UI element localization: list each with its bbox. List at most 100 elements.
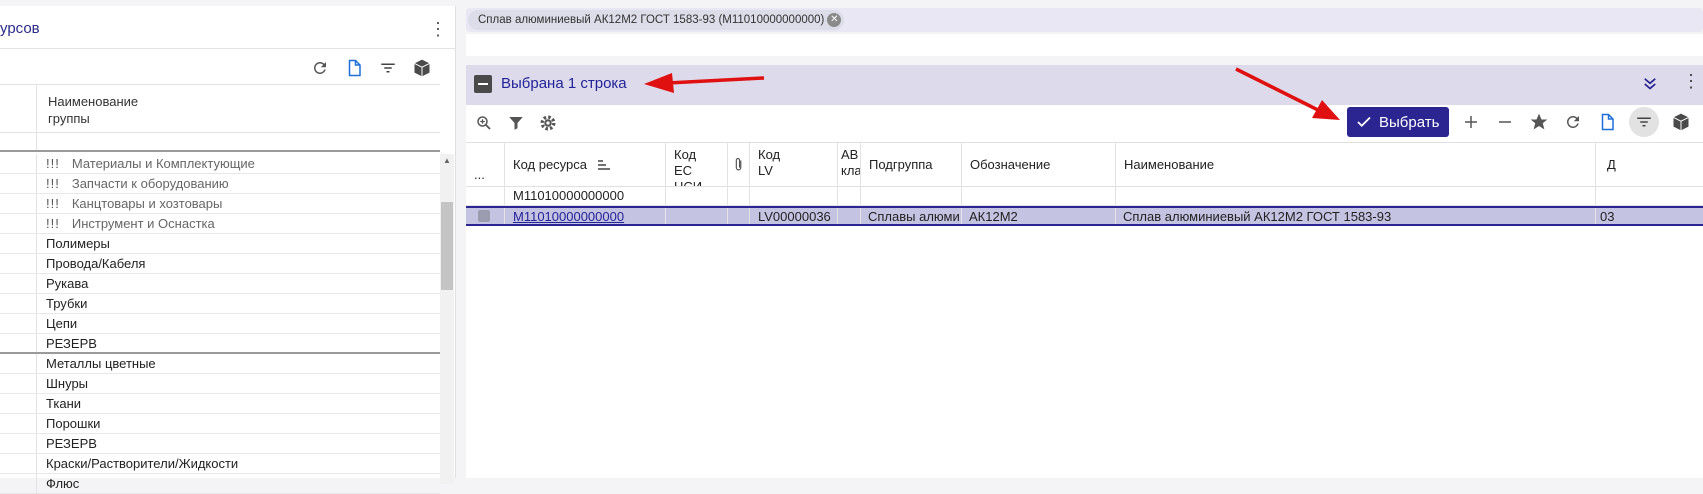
tree-item-text: Инструмент и Оснастка — [71, 216, 215, 231]
tree-item-prefix: !!! — [46, 176, 60, 191]
tree-item-text: Флюс — [46, 476, 80, 491]
scroll-up-icon[interactable]: ▲ — [443, 156, 451, 165]
row-checkbox[interactable] — [478, 210, 490, 222]
resource-code-link[interactable]: М11010000000000 — [513, 209, 624, 224]
name-filter-input[interactable] — [1115, 187, 1595, 205]
more-menu-icon[interactable]: ⋮ — [428, 18, 448, 40]
subgroup-filter-input[interactable] — [860, 187, 961, 205]
select-button[interactable]: Выбрать — [1347, 107, 1450, 137]
close-icon[interactable]: ✕ — [827, 13, 842, 27]
tree-item-text: Краски/Растворители/Жидкости — [46, 456, 239, 471]
zoom-search-icon[interactable] — [472, 111, 496, 135]
tree-item[interactable]: !!! Запчасти к оборудованию — [0, 174, 440, 194]
cell-designation: АК12М2 — [961, 208, 1115, 224]
column-header-lv[interactable]: Код LV — [749, 143, 837, 186]
column-header-designation[interactable]: Обозначение — [961, 143, 1115, 186]
tree-item-label: Полимеры — [46, 236, 110, 251]
more-menu-icon[interactable]: ⋮ — [1682, 71, 1700, 92]
tree-item-label: !!! Инструмент и Оснастка — [46, 216, 215, 231]
tree-item[interactable]: РЕЗЕРВ — [0, 334, 440, 354]
tree-item-label: Цепи — [46, 316, 77, 331]
tree-item-text: РЕЗЕРВ — [46, 436, 97, 451]
attachment-icon[interactable] — [727, 143, 749, 186]
box-icon[interactable] — [410, 56, 434, 80]
divider — [0, 48, 456, 49]
tree-item[interactable]: Металлы цветные — [0, 354, 440, 374]
grid-toolbar: Выбрать — [466, 105, 1703, 141]
refresh-icon[interactable] — [308, 56, 332, 80]
tree-item-label: Трубки — [46, 296, 87, 311]
tree-item[interactable]: !!! Материалы и Комплектующие — [0, 154, 440, 174]
tree-item-label: РЕЗЕРВ — [46, 436, 97, 451]
document-icon[interactable] — [1595, 110, 1619, 134]
scrollbar-thumb[interactable] — [441, 202, 453, 290]
tree-item-label: Шнуры — [46, 376, 88, 391]
tree-item[interactable]: Провода/Кабеля — [0, 254, 440, 274]
tree-item[interactable]: Ткани — [0, 394, 440, 414]
tree-item[interactable]: Полимеры — [0, 234, 440, 254]
tree-item-prefix: !!! — [46, 216, 60, 231]
tree-item-label: Порошки — [46, 416, 100, 431]
lv-filter-input[interactable] — [749, 187, 837, 205]
tree-item-text: Трубки — [46, 296, 88, 311]
gear-icon[interactable] — [536, 111, 560, 135]
box-icon[interactable] — [1669, 110, 1693, 134]
tree-item[interactable]: Рукава — [0, 274, 440, 294]
tree-item[interactable]: !!! Инструмент и Оснастка — [0, 214, 440, 234]
panel-title: урсов — [0, 20, 40, 37]
cell-lv: LV00000036 — [749, 208, 837, 224]
double-chevron-down-icon[interactable] — [1641, 74, 1659, 97]
vertical-scrollbar[interactable]: ▲ — [440, 154, 454, 484]
table-row[interactable]: М11010000000000 LV00000036 Сплавы алюми … — [466, 206, 1703, 226]
column-header-es-nsi[interactable]: Код ЕС НСИ — [665, 143, 727, 186]
column-header-group-name: Наименование группы — [48, 94, 139, 126]
tree-item-text: Канцтовары и хозтовары — [71, 196, 223, 211]
tree-item-text: Металлы цветные — [46, 356, 156, 371]
tree-item-label: Краски/Растворители/Жидкости — [46, 456, 238, 471]
tree-item-text: Рукава — [46, 276, 89, 291]
tree-filter-row[interactable] — [0, 132, 440, 152]
tree-item-label: Рукава — [46, 276, 88, 291]
tree-item[interactable]: Флюс — [0, 474, 440, 494]
sort-icon[interactable] — [597, 159, 611, 171]
tree-item-label: Флюс — [46, 476, 79, 491]
panel-header: Выбрана 1 строка ⋮ — [466, 65, 1703, 105]
tree-item-text: РЕЗЕРВ — [46, 336, 97, 351]
filter-list-icon[interactable] — [1629, 107, 1660, 137]
code-filter-input[interactable]: М11010000000000 — [504, 187, 665, 205]
cell-d: 03 — [1595, 208, 1703, 224]
resources-grid: ... Код ресурса Код ЕС НСИ Код LV АВ кла… — [466, 142, 1703, 226]
column-header-name[interactable]: Наименование — [1115, 143, 1595, 186]
tree-item-label: !!! Материалы и Комплектующие — [46, 156, 255, 171]
tree-item[interactable]: Краски/Растворители/Жидкости — [0, 454, 440, 474]
tree-item[interactable]: Трубки — [0, 294, 440, 314]
refresh-icon[interactable] — [1561, 110, 1585, 134]
column-header-subgroup[interactable]: Подгруппа — [860, 143, 961, 186]
tree-item[interactable]: Цепи — [0, 314, 440, 334]
tree-item-label: !!! Канцтовары и хозтовары — [46, 196, 222, 211]
tree-item-label: РЕЗЕРВ — [46, 336, 97, 351]
collapse-icon[interactable] — [474, 75, 492, 93]
tree-item[interactable]: Порошки — [0, 414, 440, 434]
designation-filter-input[interactable] — [961, 187, 1115, 205]
filter-icon[interactable] — [504, 111, 528, 135]
filter-list-icon[interactable] — [376, 56, 400, 80]
column-header-code[interactable]: Код ресурса — [504, 143, 665, 186]
tree-item-prefix: !!! — [46, 196, 60, 211]
filter-chip[interactable]: Сплав алюминиевый АК12М2 ГОСТ 1583-93 (М… — [468, 10, 845, 30]
tree-item[interactable]: !!! Канцтовары и хозтовары — [0, 194, 440, 214]
minus-icon[interactable] — [1493, 110, 1517, 134]
tree-item[interactable]: Шнуры — [0, 374, 440, 394]
tree-item-label: !!! Запчасти к оборудованию — [46, 176, 229, 191]
column-header-d[interactable]: Д — [1595, 143, 1703, 186]
column-header-av[interactable]: АВ кла — [837, 143, 860, 186]
column-menu-icon[interactable]: ... — [466, 143, 504, 186]
tree-item-text: Провода/Кабеля — [46, 256, 146, 271]
tree-item-text: Полимеры — [46, 236, 110, 251]
tree-item-text: Запчасти к оборудованию — [71, 176, 229, 191]
plus-icon[interactable] — [1459, 110, 1483, 134]
star-icon[interactable] — [1527, 110, 1551, 134]
document-icon[interactable] — [342, 56, 366, 80]
tree-item[interactable]: РЕЗЕРВ — [0, 434, 440, 454]
es-filter-input[interactable] — [665, 187, 727, 205]
